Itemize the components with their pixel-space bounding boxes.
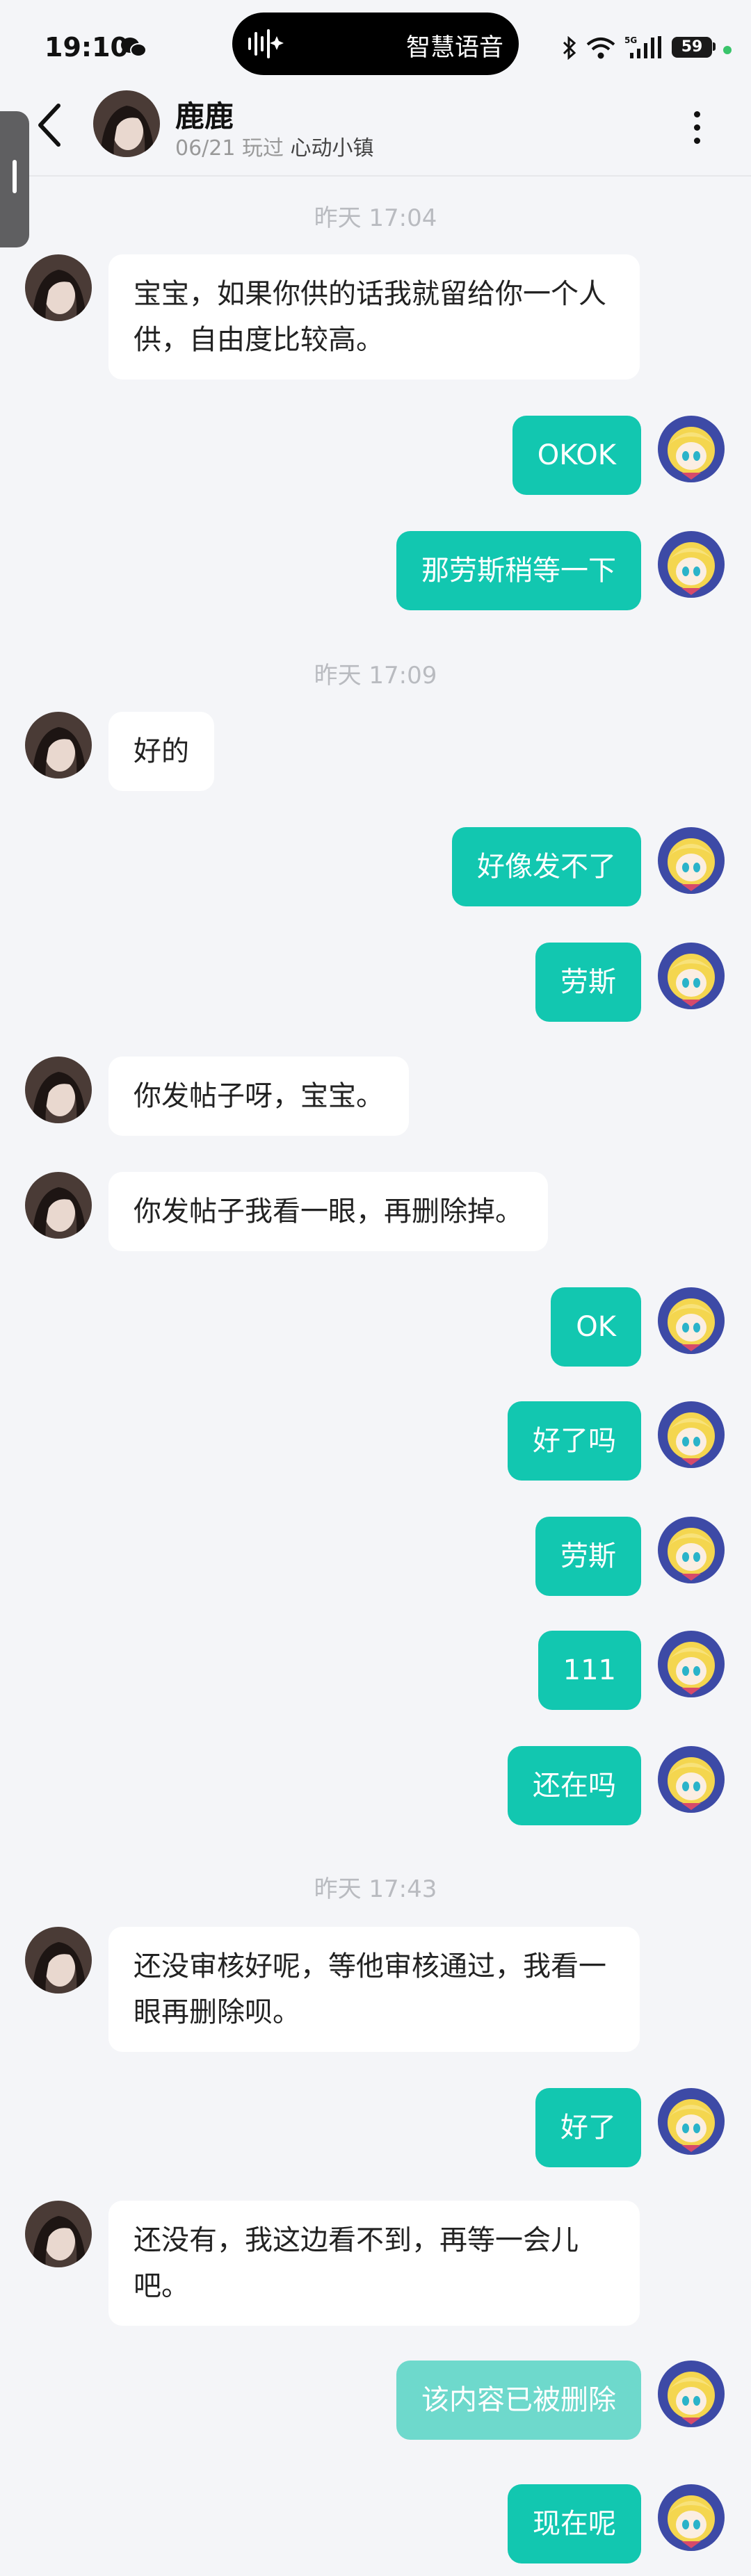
battery-indicator: 59 — [672, 37, 712, 58]
more-options-button[interactable] — [681, 104, 712, 149]
last-played-text: 06/21 玩过 — [175, 136, 284, 161]
signal-icon: 5G — [624, 35, 661, 58]
message-bubble[interactable]: OKOK — [512, 416, 641, 495]
message-bubble[interactable]: 好了 — [535, 2088, 641, 2167]
island-label: 智慧语音 — [405, 34, 503, 62]
message-bubble[interactable]: 好的 — [108, 712, 214, 791]
message-bubble[interactable]: 劳斯 — [535, 1517, 641, 1596]
message-bubble[interactable]: 好像发不了 — [452, 827, 641, 906]
message-bubble[interactable]: 111 — [538, 1631, 641, 1710]
game-name[interactable]: 心动小镇 — [291, 136, 374, 161]
contact-message-avatar[interactable] — [25, 1172, 92, 1239]
my-avatar[interactable] — [658, 1287, 725, 1354]
deleted-message-bubble: 该内容已被删除 — [396, 2361, 641, 2440]
contact-message-avatar[interactable] — [25, 1057, 92, 1123]
contact-message-avatar[interactable] — [25, 1927, 92, 1994]
my-avatar[interactable] — [658, 2361, 725, 2427]
side-panel-handle[interactable] — [0, 111, 29, 247]
message-bubble[interactable]: 还没有，我这边看不到，再等一会儿吧。 — [108, 2201, 640, 2326]
wifi-icon — [586, 38, 615, 59]
my-avatar[interactable] — [658, 1746, 725, 1813]
contact-message-avatar[interactable] — [25, 254, 92, 321]
contact-subtitle: 06/21 玩过 心动小镇 — [175, 131, 374, 161]
battery-tip — [713, 42, 716, 51]
timestamp: 昨天 17:04 — [314, 204, 437, 232]
message-bubble[interactable]: 宝宝，如果你供的话我就留给你一个人供，自由度比较高。 — [108, 254, 640, 380]
message-bubble[interactable]: OK — [551, 1287, 641, 1367]
privacy-dot — [723, 46, 732, 54]
my-avatar[interactable] — [658, 531, 725, 598]
message-bubble[interactable]: 还在吗 — [508, 1746, 641, 1825]
wechat-icon — [121, 38, 147, 57]
more-vertical-icon — [693, 111, 700, 117]
message-bubble[interactable]: 那劳斯稍等一下 — [396, 531, 641, 610]
message-bubble[interactable]: 劳斯 — [535, 943, 641, 1022]
contact-avatar[interactable] — [93, 90, 160, 157]
my-avatar[interactable] — [658, 1631, 725, 1697]
my-avatar[interactable] — [658, 1401, 725, 1468]
timestamp: 昨天 17:09 — [314, 662, 437, 690]
my-avatar[interactable] — [658, 416, 725, 482]
dynamic-island[interactable]: 智慧语音 — [232, 13, 519, 75]
contact-message-avatar[interactable] — [25, 712, 92, 778]
contact-message-avatar[interactable] — [25, 2201, 92, 2267]
my-avatar[interactable] — [658, 827, 725, 894]
timestamp: 昨天 17:43 — [314, 1875, 437, 1903]
svg-text:5G: 5G — [624, 35, 637, 45]
message-bubble[interactable]: 还没审核好呢，等他审核通过，我看一眼再删除呗。 — [108, 1927, 640, 2052]
chat-header: 鹿鹿 06/21 玩过 心动小镇 — [0, 81, 751, 177]
back-button[interactable] — [28, 97, 72, 153]
message-bubble[interactable]: 好了吗 — [508, 1401, 641, 1481]
my-avatar[interactable] — [658, 2484, 725, 2551]
my-avatar[interactable] — [658, 943, 725, 1009]
my-avatar[interactable] — [658, 2088, 725, 2155]
voice-wave-icon — [248, 29, 284, 58]
message-bubble[interactable]: 你发帖子我看一眼，再删除掉。 — [108, 1172, 548, 1251]
message-bubble[interactable]: 你发帖子呀，宝宝。 — [108, 1057, 409, 1136]
status-icons: 5G 59 — [562, 35, 736, 63]
message-bubble[interactable]: 现在呢 — [508, 2484, 641, 2563]
status-time: 19:10 — [45, 32, 129, 63]
bluetooth-icon — [563, 36, 576, 60]
contact-name: 鹿鹿 — [175, 99, 234, 133]
my-avatar[interactable] — [658, 1517, 725, 1583]
